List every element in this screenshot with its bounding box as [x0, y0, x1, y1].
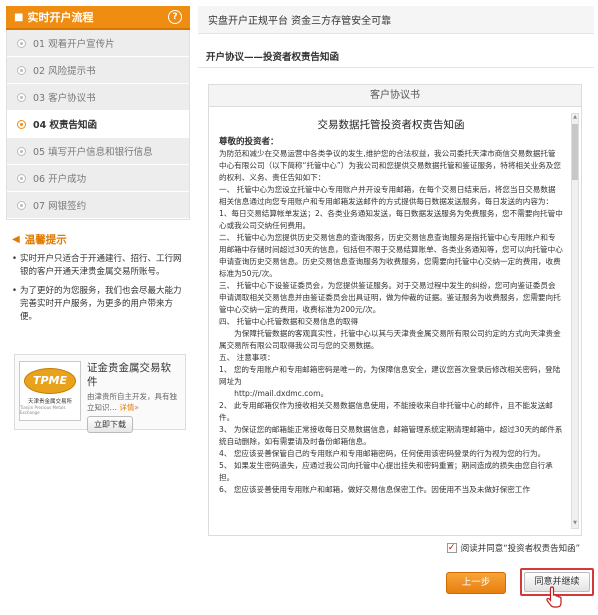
doc-paragraph: 6、 您应该妥善使用专用账户和邮箱，做好交易信息保密工作。因使用不当及未做好保密…	[219, 485, 530, 494]
download-button[interactable]: 立即下载	[87, 416, 133, 433]
sidebar-title: 实时开户流程	[27, 11, 94, 24]
doc-paragraph: 3、 为保证您的邮箱能正常接收每日交易数据信息，邮箱管理系统定期清理邮箱中，超过…	[219, 425, 563, 446]
step-bullet-icon	[17, 119, 26, 129]
sidebar-header: ■ 实时开户流程 ?	[6, 6, 190, 30]
tpme-logo-mark: TPME	[24, 367, 76, 394]
speaker-icon: ◀	[12, 234, 20, 245]
doc-paragraph: http://mail.dxdmc.com。	[219, 389, 329, 398]
doc-title: 交易数据托管投资者权责告知函	[317, 119, 465, 131]
scroll-up-icon[interactable]: ▲	[572, 114, 578, 122]
doc-paragraph: 三、 托管中心下设鉴证委员会，为您提供鉴证服务。对于交易过程中发生的纠纷，您可向…	[219, 281, 561, 314]
ad-desc: 由津贵所自主开发，具有独立知识… 详情»	[87, 391, 181, 413]
tip-item: • 实时开户只适合于开通建行、招行、工行网银的客户开通天津贵金属交易所账号。	[12, 253, 184, 279]
section-title: 开户协议——投资者权责告知函	[198, 48, 594, 68]
step-bullet-icon	[17, 92, 26, 102]
agree-checkbox-row[interactable]: ✓ 阅读并同意“投资者权责告知函”	[446, 542, 580, 554]
help-icon[interactable]: ?	[168, 10, 182, 24]
top-banner: 实盘开户正规平台 资金三方存管安全可靠	[198, 6, 594, 34]
step-label: 01 观看开户宣传片	[33, 39, 115, 50]
doc-paragraph: 4、 您应该妥善保管自己的专用账户和专用邮箱密码，任何使用该密码登录的行为视为您…	[219, 449, 546, 458]
software-ad: TPME 天津贵金属交易所 Tianjin Precious Metals Ex…	[14, 354, 186, 433]
ad-more-link[interactable]: 详情»	[119, 403, 139, 412]
agree-checkbox[interactable]: ✓	[446, 543, 457, 553]
agreement-panel: 客户协议书 交易数据托管投资者权责告知函 尊敬的投资者： 为防范和减少在交易运营…	[208, 84, 582, 536]
step-item[interactable]: 06 开户成功	[7, 165, 189, 192]
scroll-down-icon[interactable]: ▼	[572, 520, 578, 528]
doc-body: 尊敬的投资者： 为防范和减少在交易运营中各类争议的发生,维护您的合法权益，我公司…	[219, 136, 563, 496]
step-label: 06 开户成功	[33, 174, 87, 185]
doc-paragraph: 五、 注意事项：	[219, 353, 275, 362]
tips-box: ◀ 温馨提示 • 实时开户只适合于开通建行、招行、工行网银的客户开通天津贵金属交…	[6, 220, 190, 324]
step-item[interactable]: 02 风险提示书	[7, 57, 189, 84]
ad-title: 证金贵金属交易软件	[87, 362, 171, 388]
step-bullet-icon	[17, 65, 26, 75]
step-bullet-icon	[17, 200, 26, 210]
doc-paragraph: 四、 托管中心托管数据和交易信息的取得	[219, 317, 359, 326]
doc-paragraph: 1、 您的专用账户和专用邮箱密码是唯一的，为保障信息安全，建议您首次登录后修改相…	[219, 365, 561, 386]
tpme-logo-en: Tianjin Precious Metals Exchange	[20, 404, 66, 415]
step-label: 07 网银签约	[33, 201, 87, 212]
step-label: 04 权责告知函	[33, 120, 98, 131]
ad-content: 证金贵金属交易软件 由津贵所自主开发，具有独立知识… 详情» 立即下载	[81, 361, 181, 433]
tip-item: • 为了更好的为您服务，我们也会尽最大能力完善实时开户服务，为更多的用户带来方便…	[12, 285, 184, 324]
step-bullet-icon	[17, 173, 26, 183]
step-label: 03 客户协议书	[33, 93, 96, 104]
doc-paragraph: 2、 此专用邮箱仅作为接收相关交易数据信息使用，不能接收来自非托管中心的邮件，且…	[219, 401, 553, 422]
tpme-logo-cn: 天津贵金属交易所	[27, 398, 72, 405]
doc-paragraph: 为防范和减少在交易运营中各类争议的发生,维护您的合法权益，我公司委托天津市商信交…	[219, 149, 561, 182]
step-bullet-icon	[17, 38, 26, 48]
doc-paragraph: 一、 托管中心为您设立托管中心专用账户并开设专用邮箱，在每个交易日结束后，将您当…	[219, 185, 563, 230]
step-item[interactable]: 03 客户协议书	[7, 84, 189, 111]
scrollbar[interactable]: ▲ ▼	[571, 113, 579, 529]
tip-text: 实时开户只适合于开通建行、招行、工行网银的客户开通天津贵金属交易所账号。	[20, 254, 182, 277]
agree-label[interactable]: 阅读并同意“投资者权责告知函”	[461, 542, 580, 554]
tips-title: ◀ 温馨提示	[12, 232, 184, 247]
bullet-dot-icon: •	[12, 254, 18, 264]
sidebar: ■ 实时开户流程 ? 01 观看开户宣传片 02 风险提示书 03 客户协议书 …	[6, 6, 190, 610]
step-item[interactable]: 07 网银签约	[7, 192, 189, 219]
main-content: 实盘开户正规平台 资金三方存管安全可靠 开户协议——投资者权责告知函 客户协议书…	[198, 6, 594, 610]
doc-salutation: 尊敬的投资者：	[219, 137, 279, 147]
step-bullet-icon	[17, 146, 26, 156]
step-item-active[interactable]: 04 权责告知函	[7, 111, 189, 138]
panel-title: 客户协议书	[209, 85, 581, 107]
step-list: 01 观看开户宣传片 02 风险提示书 03 客户协议书 04 权责告知函 05…	[6, 30, 190, 220]
doc-paragraph: 为保障托管数据的客观真实性，托管中心以其与天津贵金属交易所有限公司约定的方式向天…	[219, 329, 561, 350]
step-item[interactable]: 01 观看开户宣传片	[7, 30, 189, 57]
tip-text: 为了更好的为您服务，我们也会尽最大能力完善实时开户服务，为更多的用户带来方便。	[20, 286, 182, 322]
tpme-logo: TPME 天津贵金属交易所 Tianjin Precious Metals Ex…	[19, 361, 81, 421]
agreement-scroll-area[interactable]: 交易数据托管投资者权责告知函 尊敬的投资者： 为防范和减少在交易运营中各类争议的…	[209, 107, 581, 535]
scrollbar-thumb[interactable]	[572, 124, 578, 180]
dot-list-icon: ■	[14, 11, 24, 23]
doc-paragraph: 5、 如果发生密码遗失，应通过我公司向托管中心提出挂失和密码重置；期间造成的损失…	[219, 461, 553, 482]
tips-title-text: 温馨提示	[24, 234, 67, 246]
doc-paragraph: 二、 托管中心为您提供历史交易信息的查询服务，历史交易信息查询服务是指托管中心专…	[219, 233, 563, 278]
bullet-dot-icon: •	[12, 286, 18, 296]
hand-cursor-icon	[546, 586, 562, 608]
step-label: 02 风险提示书	[33, 66, 96, 77]
step-item[interactable]: 05 填写开户信息和银行信息	[7, 138, 189, 165]
previous-button[interactable]: 上一步	[446, 572, 506, 594]
step-label: 05 填写开户信息和银行信息	[33, 147, 153, 158]
